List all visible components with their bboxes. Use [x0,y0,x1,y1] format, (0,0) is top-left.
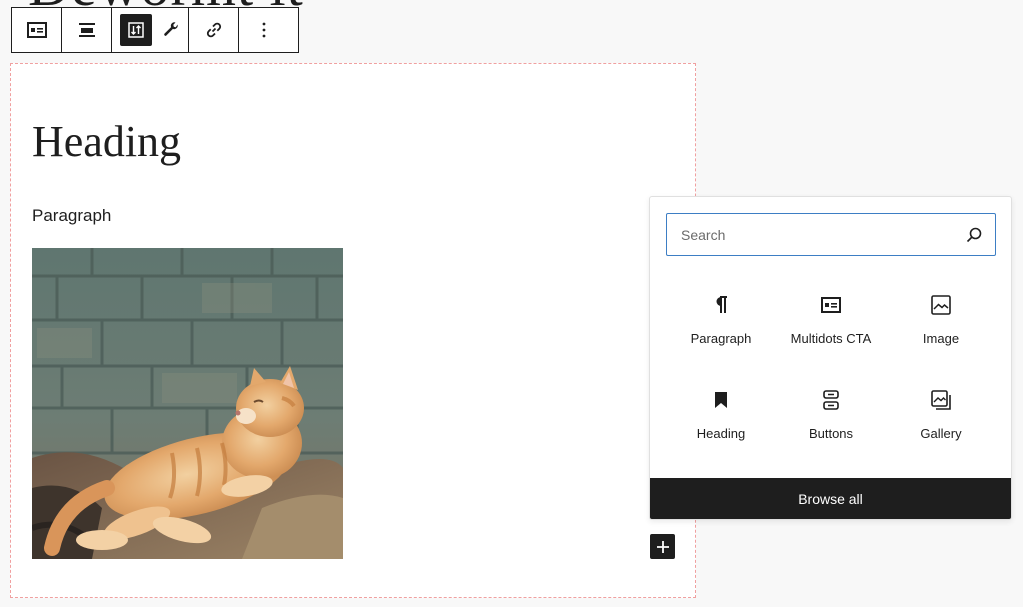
link-icon [206,22,221,38]
wrench-icon [164,22,178,36]
block-item-label: Gallery [920,426,962,441]
editor-canvas[interactable]: Heading Paragraph [10,63,696,598]
plus-icon [656,540,669,553]
align-icon [78,23,95,37]
block-item-buttons[interactable]: Buttons [776,376,886,471]
more-options-button[interactable] [239,8,288,52]
gallery-icon [931,388,951,412]
block-item-label: Buttons [808,426,854,441]
toolbar-group-align [62,8,112,52]
toolbar-group-type [12,8,62,52]
block-toolbar [11,7,299,53]
align-button[interactable] [62,8,111,52]
tools-button-wrap [112,8,188,52]
inserter-search [666,213,996,256]
toolbar-group-more [239,8,288,52]
image-icon [931,293,951,317]
link-button[interactable] [189,8,238,52]
block-item-paragraph[interactable]: Paragraph [666,281,776,376]
search-input[interactable] [679,225,965,244]
block-item-gallery[interactable]: Gallery [886,376,996,471]
block-item-heading[interactable]: Heading [666,376,776,471]
block-item-label: Multidots CTA [790,331,872,346]
cta-icon [821,293,841,317]
block-type-button[interactable] [12,8,61,52]
toolbar-group-tools [112,8,189,52]
block-type-icon [26,22,47,38]
paragraph-block[interactable]: Paragraph [32,206,111,226]
block-item-image[interactable]: Image [886,281,996,376]
move-icon [128,22,144,38]
cat-photo [32,248,343,559]
heading-block[interactable]: Heading [32,116,181,167]
block-list: Paragraph Multidots CTA Image Heading Bu… [666,281,996,471]
search-icon[interactable] [965,226,983,244]
browse-all-button[interactable]: Browse all [650,478,1011,519]
image-block[interactable] [32,248,343,559]
toolbar-group-link [189,8,239,52]
move-button[interactable] [120,14,152,46]
block-item-multidots-cta[interactable]: Multidots CTA [776,281,886,376]
buttons-icon [823,388,839,412]
paragraph-icon [713,293,729,317]
block-item-label: Paragraph [690,331,752,346]
block-item-label: Heading [696,426,746,441]
bookmark-icon [715,388,727,412]
more-options-icon [262,22,265,38]
add-block-button[interactable] [650,534,675,559]
block-item-label: Image [922,331,960,346]
wrench-button[interactable] [162,21,180,39]
block-inserter-popover: Paragraph Multidots CTA Image [649,196,1012,520]
